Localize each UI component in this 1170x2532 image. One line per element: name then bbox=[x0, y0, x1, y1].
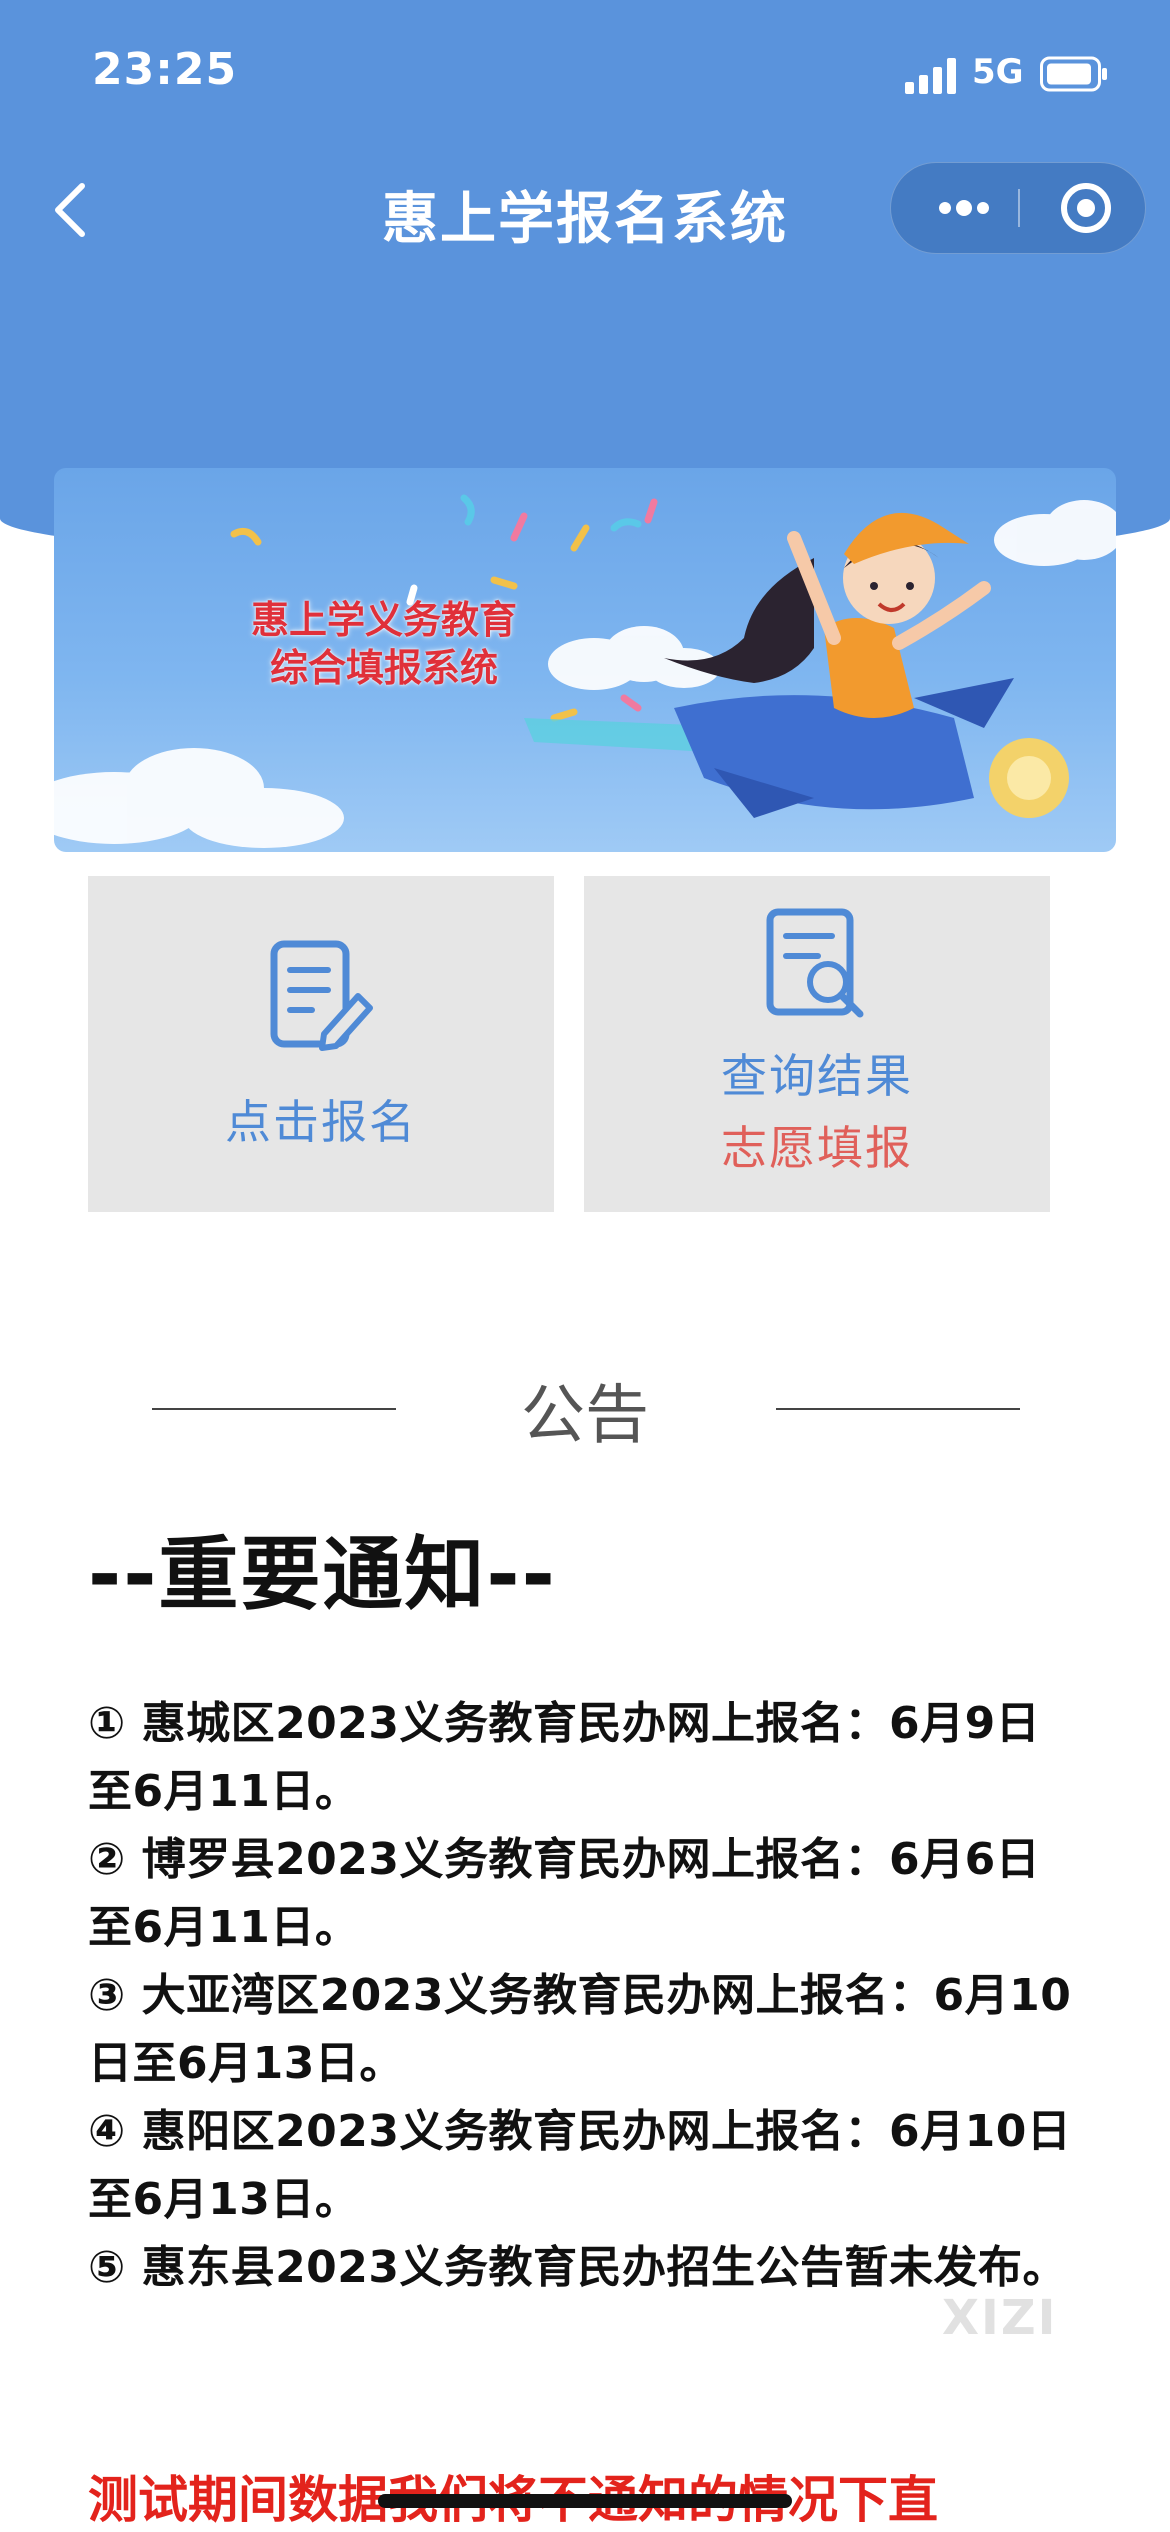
notice-section-heading: 公告 bbox=[0, 1364, 1170, 1454]
query-results-button[interactable]: 查询结果 志愿填报 bbox=[584, 876, 1050, 1212]
search-document-icon bbox=[766, 908, 864, 1018]
watermark: XIZI bbox=[942, 2290, 1058, 2346]
divider-right bbox=[776, 1408, 1020, 1410]
notice-item: ⑤ 惠东县2023义务教育民办招生公告暂未发布。 bbox=[88, 2242, 1068, 2293]
target-close-icon[interactable] bbox=[1041, 163, 1131, 253]
edit-document-icon bbox=[270, 940, 373, 1051]
mini-program-capsule bbox=[890, 162, 1146, 254]
signal-bars-icon bbox=[905, 58, 956, 94]
notice-item: ① 惠城区2023义务教育民办网上报名：6月9日至6月11日。 bbox=[88, 1698, 1041, 1817]
query-results-label: 查询结果 bbox=[721, 1049, 913, 1103]
notice-title: 公告 bbox=[521, 1379, 649, 1453]
preference-filling-label: 志愿填报 bbox=[721, 1121, 913, 1175]
status-time: 23:25 bbox=[92, 44, 238, 95]
banner-title: 惠上学义务教育 综合填报系统 bbox=[204, 596, 564, 692]
banner[interactable]: 惠上学义务教育 综合填报系统 bbox=[54, 468, 1116, 852]
notice-item: ④ 惠阳区2023义务教育民办网上报名：6月10日至6月13日。 bbox=[88, 2106, 1072, 2225]
battery-icon bbox=[1040, 56, 1107, 92]
notice-list: ① 惠城区2023义务教育民办网上报名：6月9日至6月11日。 ② 博罗县202… bbox=[88, 1690, 1078, 2302]
signup-label: 点击报名 bbox=[225, 1095, 417, 1149]
banner-title-line1: 惠上学义务教育 bbox=[250, 598, 517, 642]
network-type: 5G bbox=[972, 52, 1024, 92]
signup-button[interactable]: 点击报名 bbox=[88, 876, 554, 1212]
navigation-bar: 惠上学报名系统 bbox=[0, 150, 1170, 270]
home-indicator[interactable] bbox=[378, 2494, 792, 2508]
more-dots-icon[interactable] bbox=[919, 163, 1009, 253]
notice-item: ② 博罗县2023义务教育民办网上报名：6月6日至6月11日。 bbox=[88, 1834, 1041, 1953]
notice-item: ③ 大亚湾区2023义务教育民办网上报名：6月10日至6月13日。 bbox=[88, 1970, 1072, 2089]
status-bar: 23:25 5G bbox=[0, 0, 1170, 130]
capsule-divider bbox=[1018, 189, 1020, 227]
important-notice-title: --重要通知-- bbox=[88, 1528, 557, 1621]
banner-title-line2: 综合填报系统 bbox=[269, 646, 498, 690]
